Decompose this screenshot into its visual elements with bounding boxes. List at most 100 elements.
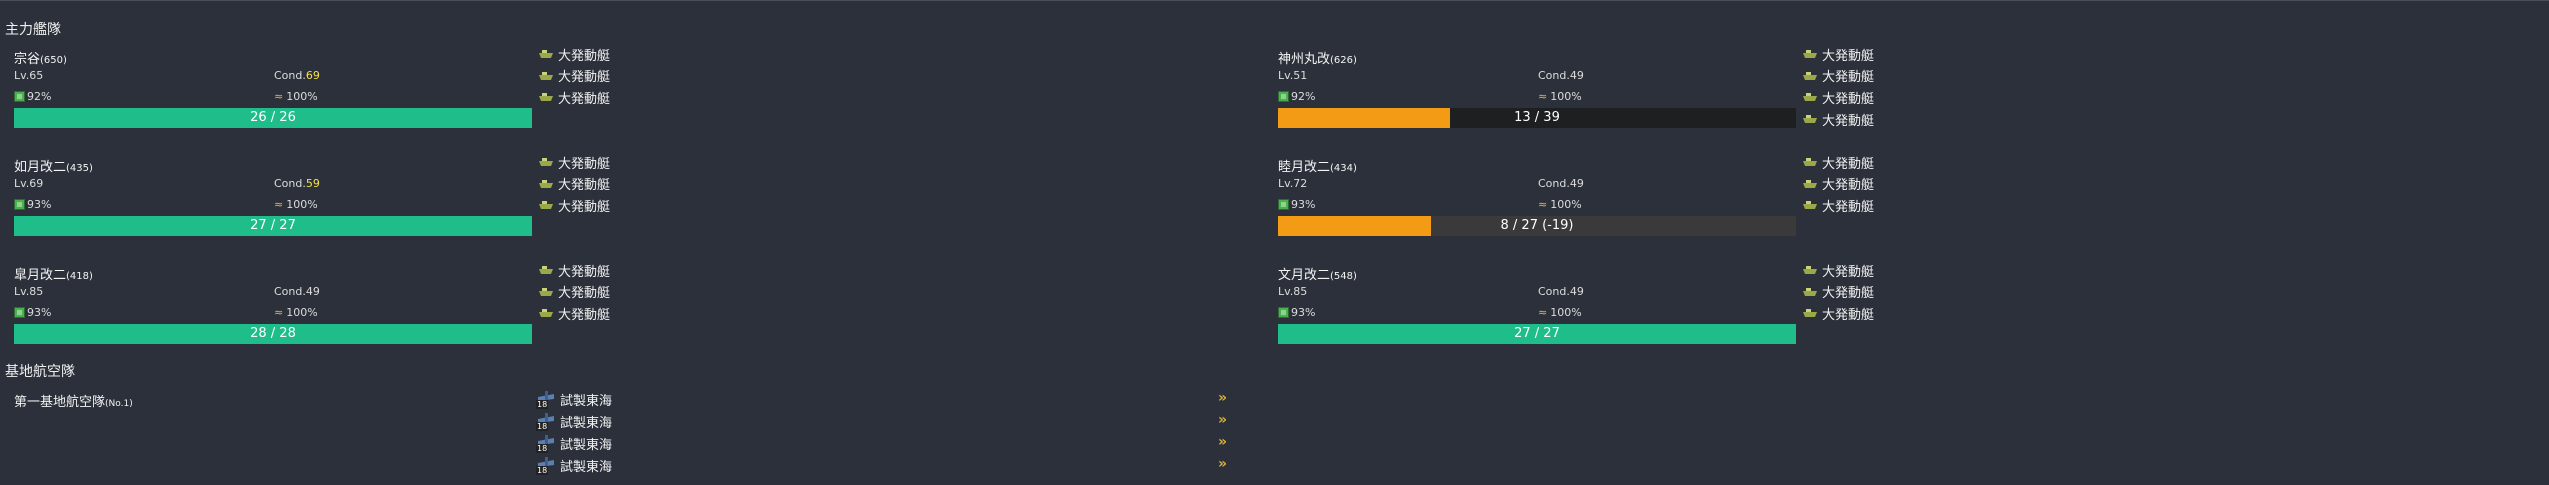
fuel-value: 92% — [27, 90, 52, 103]
ship-id: (650) — [40, 55, 67, 66]
ship-level: Lv.65 — [14, 69, 44, 82]
equipment-item[interactable]: 大発動艇 — [538, 260, 610, 280]
equipment-item[interactable]: 大発動艇 — [538, 303, 610, 323]
proficiency-chevron-icon: » — [1218, 412, 1228, 428]
equipment-item[interactable]: 大発動艇 — [538, 152, 610, 172]
base-plane-item[interactable]: 18 試製東海 — [536, 389, 612, 409]
proficiency-chevron-icon: » — [1218, 434, 1228, 450]
ship-fuel: 93% — [14, 306, 51, 319]
ship-fuel: 92% — [1278, 90, 1315, 103]
base-plane-item[interactable]: 18 試製東海 — [536, 411, 612, 431]
equipment-name: 大発動艇 — [558, 178, 611, 194]
ship-name-text: 宗谷 — [14, 52, 41, 67]
equipment-item[interactable]: 大発動艇 — [1802, 87, 1874, 107]
landing-craft-icon — [1802, 265, 1818, 275]
landing-craft-icon — [1802, 200, 1818, 210]
cond-value: 59 — [305, 177, 320, 190]
hp-text: 26 / 26 — [250, 110, 296, 125]
ship-name-text: 神州丸改 — [1278, 52, 1331, 67]
ship-card[interactable]: 宗谷(650) Lv.65 Cond.69 92% ≈100% 26 / 26 — [14, 48, 546, 144]
land-attacker-icon: 18 — [536, 412, 556, 431]
base-plane-item[interactable]: 18 試製東海 — [536, 455, 612, 475]
equipment-item[interactable]: 大発動艇 — [1802, 109, 1874, 129]
ship-card[interactable]: 睦月改二(434) Lv.72 Cond.49 93% ≈100% 8 / 27… — [1278, 156, 1810, 252]
ship-name-text: 睦月改二 — [1278, 160, 1331, 175]
hp-text: 13 / 39 — [1514, 110, 1560, 125]
ship-name: 文月改二(548) — [1278, 264, 1357, 283]
equipment-item[interactable]: 大発動艇 — [1802, 174, 1874, 194]
equipment-item[interactable]: 大発動艇 — [1802, 303, 1874, 323]
plane-name: 試製東海 — [560, 415, 613, 431]
hp-bar: 26 / 26 — [14, 108, 532, 128]
equipment-item[interactable]: 大発動艇 — [538, 195, 610, 215]
ship-card[interactable]: 皐月改二(418) Lv.85 Cond.49 93% ≈100% 28 / 2… — [14, 264, 546, 360]
equipment-item[interactable]: 大発動艇 — [538, 87, 610, 107]
main-fleet-title: 主力艦隊 — [5, 22, 61, 38]
equipment-name: 大発動艇 — [558, 286, 611, 302]
plane-count: 18 — [536, 400, 549, 409]
ship-card[interactable]: 神州丸改(626) Lv.51 Cond.49 92% ≈100% 13 / 3… — [1278, 48, 1810, 144]
base-air-corps-name[interactable]: 第一基地航空隊(No.1) — [14, 391, 133, 410]
cond-label: Cond. — [274, 69, 306, 82]
ship-level: Lv.51 — [1278, 69, 1308, 82]
hp-text: 27 / 27 — [250, 218, 296, 233]
fuel-icon — [14, 91, 25, 102]
landing-craft-icon — [538, 157, 554, 167]
equipment-name: 大発動艇 — [1822, 156, 1875, 172]
ship-ammo: ≈100% — [1538, 90, 1582, 103]
cond-value: 49 — [305, 285, 320, 298]
ship-ammo: ≈100% — [274, 306, 318, 319]
landing-craft-icon — [1802, 287, 1818, 297]
base-plane-item[interactable]: 18 試製東海 — [536, 433, 612, 453]
fuel-value: 93% — [27, 306, 52, 319]
ship-fuel: 93% — [1278, 198, 1315, 211]
ship-name-text: 皐月改二 — [14, 268, 67, 283]
fuel-icon — [1278, 307, 1289, 318]
plane-name: 試製東海 — [560, 393, 613, 409]
ammo-icon: ≈ — [274, 90, 284, 103]
equipment-item[interactable]: 大発動艇 — [538, 66, 610, 86]
ship-name: 宗谷(650) — [14, 48, 67, 67]
equipment-item[interactable]: 大発動艇 — [1802, 152, 1874, 172]
ammo-icon: ≈ — [1538, 198, 1548, 211]
cond-label: Cond. — [1538, 177, 1570, 190]
equipment-item[interactable]: 大発動艇 — [538, 174, 610, 194]
ship-card[interactable]: 如月改二(435) Lv.69 Cond.59 93% ≈100% 27 / 2… — [14, 156, 546, 252]
ship-card[interactable]: 文月改二(548) Lv.85 Cond.49 93% ≈100% 27 / 2… — [1278, 264, 1810, 360]
proficiency-chevron-icon: » — [1218, 456, 1228, 472]
equipment-name: 大発動艇 — [1822, 264, 1875, 280]
cond-value: 49 — [1569, 285, 1584, 298]
plane-count: 18 — [536, 466, 549, 475]
ship-level: Lv.85 — [1278, 285, 1308, 298]
cond-value: 49 — [1569, 69, 1584, 82]
landing-craft-icon — [1802, 71, 1818, 81]
ship-fuel: 92% — [14, 90, 51, 103]
landing-craft-icon — [1802, 49, 1818, 59]
landing-craft-icon — [538, 308, 554, 318]
ship-id: (548) — [1330, 271, 1357, 282]
equipment-item[interactable]: 大発動艇 — [1802, 282, 1874, 302]
landing-craft-icon — [1802, 179, 1818, 189]
equipment-item[interactable]: 大発動艇 — [1802, 66, 1874, 86]
fuel-icon — [14, 307, 25, 318]
equipment-item[interactable]: 大発動艇 — [1802, 260, 1874, 280]
hp-bar: 27 / 27 — [14, 216, 532, 236]
fuel-value: 93% — [1291, 198, 1316, 211]
fuel-value: 92% — [1291, 90, 1316, 103]
equipment-item[interactable]: 大発動艇 — [538, 282, 610, 302]
equipment-item[interactable]: 大発動艇 — [1802, 195, 1874, 215]
equipment-name: 大発動艇 — [558, 199, 611, 215]
hp-bar: 8 / 27 (-19) — [1278, 216, 1796, 236]
landing-craft-icon — [538, 92, 554, 102]
equipment-item[interactable]: 大発動艇 — [1802, 44, 1874, 64]
ship-id: (435) — [66, 163, 93, 174]
equipment-name: 大発動艇 — [1822, 113, 1875, 129]
ship-name: 睦月改二(434) — [1278, 156, 1357, 175]
cond-value: 69 — [305, 69, 320, 82]
equipment-item[interactable]: 大発動艇 — [538, 44, 610, 64]
plane-count: 18 — [536, 444, 549, 453]
ship-condition: Cond.49 — [1538, 69, 1584, 82]
ship-name: 皐月改二(418) — [14, 264, 93, 283]
ship-id: (626) — [1330, 55, 1357, 66]
equipment-name: 大発動艇 — [1822, 286, 1875, 302]
